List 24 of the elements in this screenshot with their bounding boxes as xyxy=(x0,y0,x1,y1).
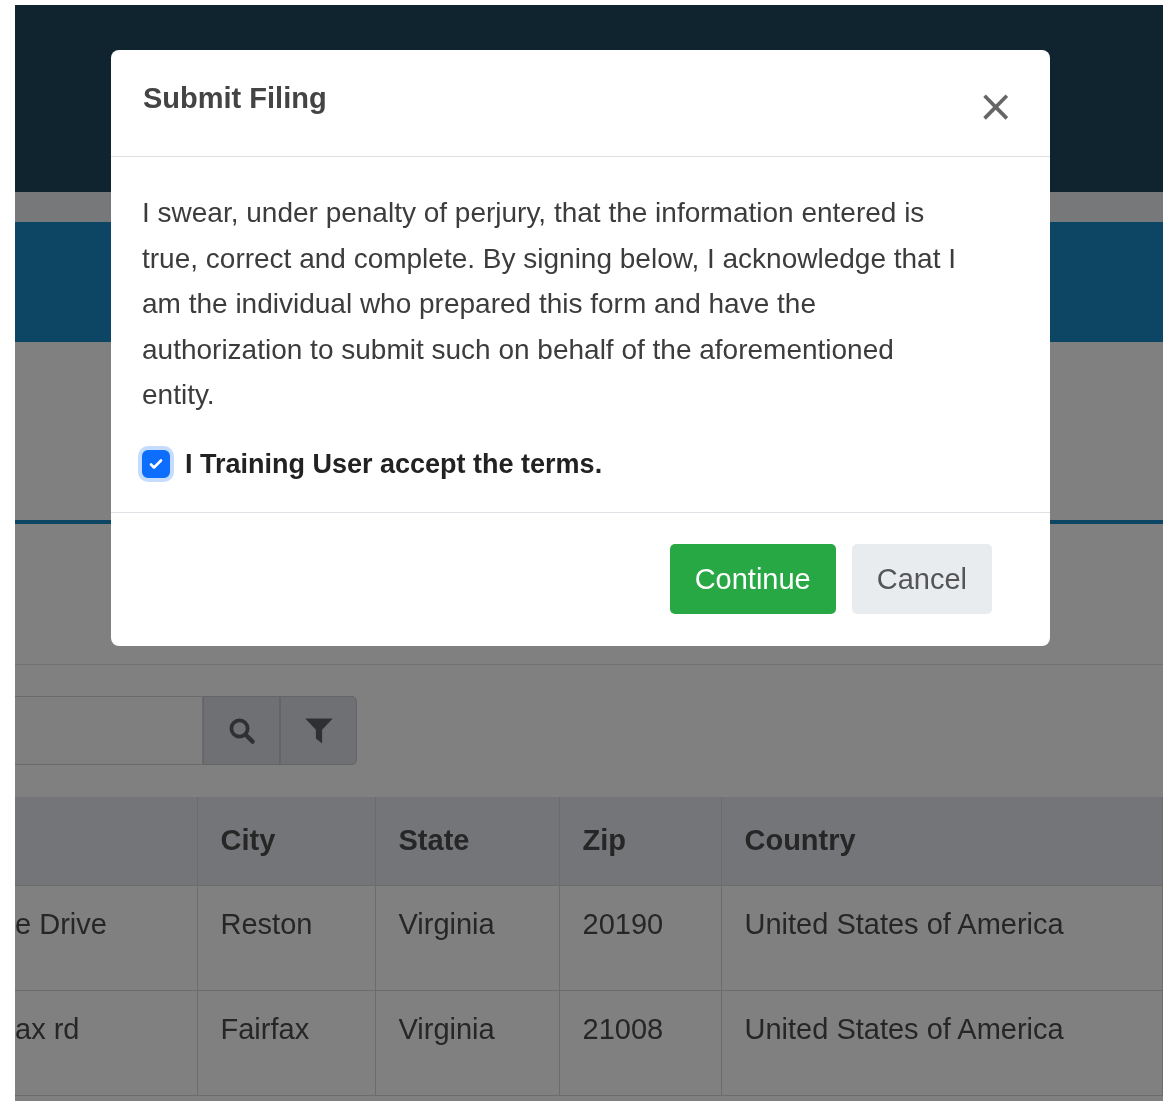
table-cell: 20190 xyxy=(559,885,721,990)
column-header: Country xyxy=(721,797,1163,885)
close-button[interactable]: × xyxy=(973,86,1018,126)
filter-button[interactable] xyxy=(280,696,357,765)
table-cell: e Drive xyxy=(15,885,197,990)
column-header: City xyxy=(197,797,375,885)
column-header: State xyxy=(375,797,559,885)
table-cell: Fairfax xyxy=(197,990,375,1095)
table-cell: Virginia xyxy=(375,885,559,990)
search-field[interactable] xyxy=(15,696,203,765)
cancel-button[interactable]: Cancel xyxy=(851,544,992,614)
table-cell: United States of America xyxy=(721,885,1163,990)
table-cell: ax rd xyxy=(15,990,197,1095)
declaration-text: I swear, under penalty of perjury, that the information entered is true, correct and complete. By signing below, I acknowledge that I am the individual who prepared this form and have the authorization to submit such on behalf of the aforementioned entity. xyxy=(142,196,957,412)
table-cell: 21008 xyxy=(559,990,721,1095)
check-icon xyxy=(148,456,164,472)
dialog-title: Submit Filing xyxy=(143,82,327,115)
search-button[interactable] xyxy=(203,696,280,765)
table-cell: Reston xyxy=(197,885,375,990)
column-header: Zip xyxy=(559,797,721,885)
checkbox-label: I Training User accept the terms. xyxy=(185,448,603,480)
continue-button[interactable]: Continue xyxy=(669,544,836,614)
table-cell: United States of America xyxy=(721,990,1163,1095)
table-cell: Virginia xyxy=(375,990,559,1095)
